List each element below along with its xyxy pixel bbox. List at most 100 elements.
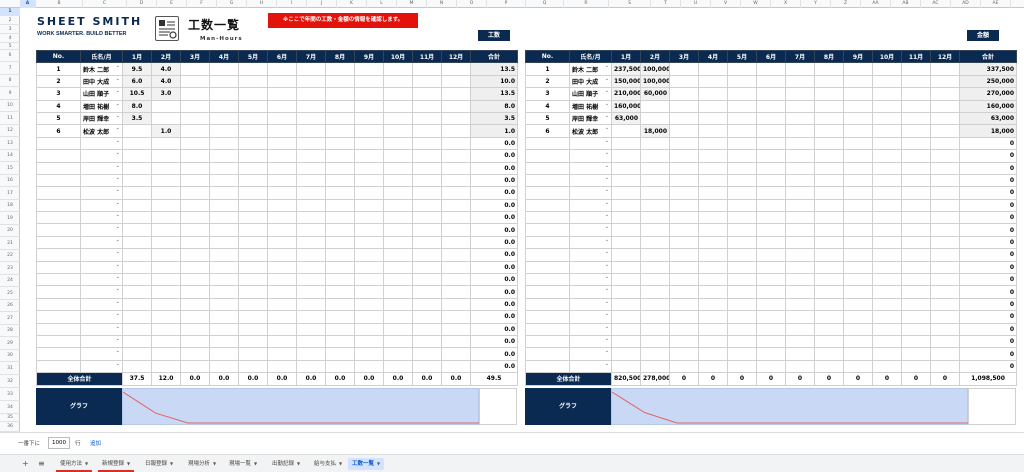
dropdown-arrow-icon[interactable]: ⌄ — [605, 349, 609, 354]
name-cell[interactable]: ⌄ — [569, 235, 612, 250]
month-cell[interactable] — [325, 359, 355, 374]
column-header[interactable]: J — [307, 0, 337, 8]
month-cell[interactable] — [296, 161, 326, 175]
column-header[interactable]: Z — [831, 0, 861, 8]
month-cell[interactable] — [296, 198, 326, 213]
month-cell[interactable] — [785, 273, 815, 287]
month-cell[interactable] — [843, 74, 873, 89]
column-header[interactable]: T — [651, 0, 681, 8]
month-cell[interactable] — [872, 285, 902, 299]
month-cell[interactable] — [180, 285, 210, 299]
chevron-down-icon[interactable]: ▼ — [127, 461, 130, 466]
month-cell[interactable] — [669, 322, 699, 337]
month-cell[interactable]: 100,000 — [640, 62, 670, 76]
month-cell[interactable] — [611, 248, 641, 262]
sheet-tab[interactable]: 給与支払 ▼ — [310, 458, 346, 470]
month-cell[interactable] — [441, 136, 471, 151]
name-cell[interactable]: ⌄ — [569, 186, 612, 200]
month-cell[interactable] — [698, 359, 728, 374]
sheet-tab[interactable]: 現場分析 ▼ — [184, 458, 220, 470]
month-cell[interactable] — [756, 297, 786, 312]
name-cell[interactable]: 田中 大成 ⌄ — [569, 74, 612, 89]
month-cell[interactable] — [180, 310, 210, 324]
month-cell[interactable] — [383, 149, 413, 163]
month-cell[interactable] — [901, 297, 931, 312]
month-cell[interactable] — [872, 273, 902, 287]
row-header[interactable]: 12 — [0, 125, 20, 137]
month-cell[interactable] — [209, 186, 239, 200]
month-cell[interactable] — [412, 186, 442, 200]
month-cell[interactable] — [756, 136, 786, 151]
month-cell[interactable] — [698, 310, 728, 324]
name-cell[interactable]: ⌄ — [569, 260, 612, 275]
month-cell[interactable] — [383, 260, 413, 275]
month-cell[interactable] — [669, 235, 699, 250]
month-cell[interactable] — [325, 173, 355, 188]
month-cell[interactable] — [122, 173, 152, 188]
row-header[interactable]: 16 — [0, 175, 20, 187]
month-cell[interactable] — [238, 87, 268, 101]
month-cell[interactable] — [151, 359, 181, 374]
month-cell[interactable] — [383, 111, 413, 126]
month-cell[interactable] — [698, 211, 728, 225]
dropdown-arrow-icon[interactable]: ⌄ — [116, 64, 120, 69]
month-cell[interactable] — [814, 173, 844, 188]
month-cell[interactable] — [354, 161, 384, 175]
column-header[interactable]: E — [157, 0, 187, 8]
month-cell[interactable] — [669, 99, 699, 113]
month-cell[interactable] — [180, 334, 210, 349]
month-cell[interactable] — [756, 223, 786, 237]
dropdown-arrow-icon[interactable]: ⌄ — [605, 76, 609, 81]
month-cell[interactable] — [814, 74, 844, 89]
month-cell[interactable] — [383, 297, 413, 312]
column-header[interactable]: K — [337, 0, 367, 8]
month-cell[interactable] — [930, 149, 960, 163]
month-cell[interactable] — [412, 359, 442, 374]
month-cell[interactable] — [383, 334, 413, 349]
column-header[interactable]: U — [681, 0, 711, 8]
month-cell[interactable] — [296, 62, 326, 76]
month-cell[interactable] — [843, 211, 873, 225]
month-cell[interactable] — [901, 173, 931, 188]
month-cell[interactable] — [354, 149, 384, 163]
month-cell[interactable] — [843, 273, 873, 287]
month-cell[interactable] — [180, 273, 210, 287]
month-cell[interactable] — [611, 273, 641, 287]
name-cell[interactable]: 鈴木 二郎 ⌄ — [569, 62, 612, 76]
month-cell[interactable] — [325, 211, 355, 225]
month-cell[interactable] — [669, 359, 699, 374]
month-cell[interactable] — [872, 186, 902, 200]
month-cell[interactable] — [640, 99, 670, 113]
month-cell[interactable] — [698, 87, 728, 101]
month-cell[interactable] — [180, 161, 210, 175]
month-cell[interactable] — [669, 149, 699, 163]
month-cell[interactable] — [238, 260, 268, 275]
month-cell[interactable] — [872, 74, 902, 89]
month-cell[interactable] — [640, 347, 670, 361]
row-header[interactable]: 34 — [0, 401, 20, 414]
month-cell[interactable] — [180, 87, 210, 101]
add-sheet-icon[interactable]: + — [22, 459, 29, 468]
month-cell[interactable] — [901, 235, 931, 250]
month-cell[interactable] — [122, 334, 152, 349]
month-cell[interactable] — [209, 260, 239, 275]
month-cell[interactable] — [238, 334, 268, 349]
month-cell[interactable] — [698, 273, 728, 287]
column-header[interactable]: N — [427, 0, 457, 8]
month-cell[interactable] — [814, 273, 844, 287]
month-cell[interactable] — [843, 161, 873, 175]
name-cell[interactable]: ⌄ — [569, 347, 612, 361]
month-cell[interactable] — [122, 297, 152, 312]
month-cell[interactable] — [669, 62, 699, 76]
month-cell[interactable] — [296, 186, 326, 200]
month-cell[interactable] — [785, 62, 815, 76]
month-cell[interactable] — [611, 149, 641, 163]
month-cell[interactable] — [930, 334, 960, 349]
month-cell[interactable]: 4.0 — [151, 62, 181, 76]
month-cell[interactable] — [756, 273, 786, 287]
month-cell[interactable] — [296, 173, 326, 188]
month-cell[interactable] — [640, 322, 670, 337]
month-cell[interactable] — [412, 273, 442, 287]
month-cell[interactable] — [814, 124, 844, 138]
month-cell[interactable] — [901, 260, 931, 275]
